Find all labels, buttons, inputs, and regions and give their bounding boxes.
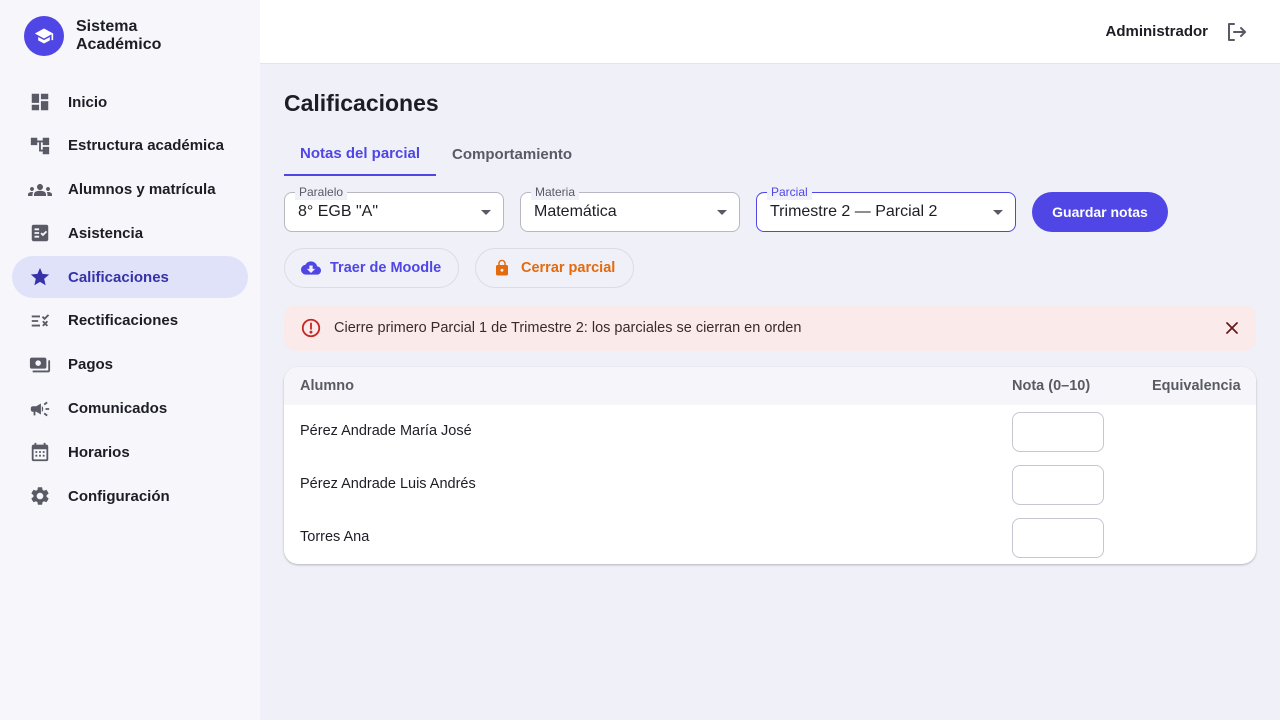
grades-table: Alumno Nota (0–10) Equivalencia Pérez An… [284,367,1256,564]
user-name: Administrador [1105,23,1208,40]
sidebar-item-pagos[interactable]: Pagos [12,344,248,386]
sidebar-item-label: Configuración [68,487,170,505]
sidebar-item-estructura[interactable]: Estructura académica [12,125,248,167]
materia-select[interactable]: Materia Matemática [520,184,740,232]
megaphone-icon [28,397,52,421]
gear-icon [28,484,52,508]
student-name: Pérez Andrade María José [300,423,472,439]
logout-icon[interactable] [1224,20,1248,44]
parcial-value: Trimestre 2 — Parcial 2 [770,203,938,220]
tab-notas-del-parcial[interactable]: Notas del parcial [284,132,437,176]
chevron-down-icon [717,210,727,215]
student-name: Pérez Andrade Luis Andrés [300,476,476,492]
parcial-label: Parcial [767,184,812,200]
sidebar-item-label: Asistencia [68,224,144,242]
column-header-student: Alumno [300,378,354,394]
sidebar-item-rectificaciones[interactable]: Rectificaciones [12,300,248,342]
lock-icon [492,258,512,278]
sidebar-item-label: Horarios [68,443,130,461]
checklist-icon [28,221,52,245]
paralelo-select[interactable]: Paralelo 8° EGB "A" [284,184,504,232]
chevron-down-icon [993,210,1003,215]
parcial-select[interactable]: Parcial Trimestre 2 — Parcial 2 [756,184,1016,232]
error-alert: Cierre primero Parcial 1 de Trimestre 2:… [284,305,1256,351]
table-row: Pérez Andrade María José [284,405,1256,458]
column-header-equivalence: Equivalencia [1152,378,1241,394]
rule-edit-icon [28,309,52,333]
top-bar: Administrador [260,0,1280,64]
materia-label: Materia [531,184,580,200]
cloud-download-icon [301,258,321,278]
column-header-grade: Nota (0–10) [1012,378,1091,394]
payments-icon [28,353,52,377]
table-row: Pérez Andrade Luis Andrés [284,458,1256,511]
group-icon [28,178,52,202]
sidebar-item-horarios[interactable]: Horarios [12,431,248,473]
close-icon[interactable] [1222,318,1242,338]
sidebar-nav: Inicio Estructura académica Alumnos y ma… [12,81,248,519]
brand[interactable]: Sistema Académico [24,16,196,56]
tab-comportamiento[interactable]: Comportamiento [436,132,588,176]
calendar-icon [28,440,52,464]
sidebar-item-label: Comunicados [68,400,168,418]
error-icon [300,317,322,339]
sidebar-item-inicio[interactable]: Inicio [12,81,248,123]
sidebar-item-label: Pagos [68,356,114,374]
paralelo-label: Paralelo [295,184,348,200]
grade-input[interactable] [1012,465,1104,505]
close-partial-button[interactable]: Cerrar parcial [475,248,634,288]
tabs: Notas del parcial Comportamiento [284,132,588,176]
graduation-cap-icon [24,16,64,56]
grade-input[interactable] [1012,412,1104,452]
alert-message: Cierre primero Parcial 1 de Trimestre 2:… [334,320,802,336]
materia-value: Matemática [534,203,617,220]
sidebar-item-comunicados[interactable]: Comunicados [12,388,248,430]
student-name: Torres Ana [300,529,370,545]
moodle-import-label: Traer de Moodle [330,260,442,276]
sidebar-item-label: Calificaciones [68,268,169,286]
page-title: Calificaciones [284,90,439,116]
hierarchy-icon [28,134,52,158]
sidebar: Sistema Académico Inicio Estructura acad… [0,0,260,720]
star-icon [28,265,52,289]
table-row: Torres Ana [284,511,1256,564]
sidebar-item-asistencia[interactable]: Asistencia [12,212,248,254]
sidebar-item-configuracion[interactable]: Configuración [12,475,248,517]
table-header: Alumno Nota (0–10) Equivalencia [284,367,1256,405]
sidebar-item-label: Alumnos y matrícula [68,181,216,199]
sidebar-item-alumnos[interactable]: Alumnos y matrícula [12,169,248,211]
sidebar-item-label: Estructura académica [68,137,224,155]
paralelo-value: 8° EGB "A" [298,203,379,220]
sidebar-item-label: Inicio [68,93,108,111]
moodle-import-button[interactable]: Traer de Moodle [284,248,459,288]
close-partial-label: Cerrar parcial [521,260,616,276]
grade-input[interactable] [1012,518,1104,558]
dashboard-icon [28,90,52,114]
chevron-down-icon [481,210,491,215]
sidebar-item-calificaciones[interactable]: Calificaciones [12,256,248,299]
save-grades-button[interactable]: Guardar notas [1032,192,1168,232]
sidebar-item-label: Rectificaciones [68,312,179,330]
brand-name: Sistema Académico [76,18,162,53]
